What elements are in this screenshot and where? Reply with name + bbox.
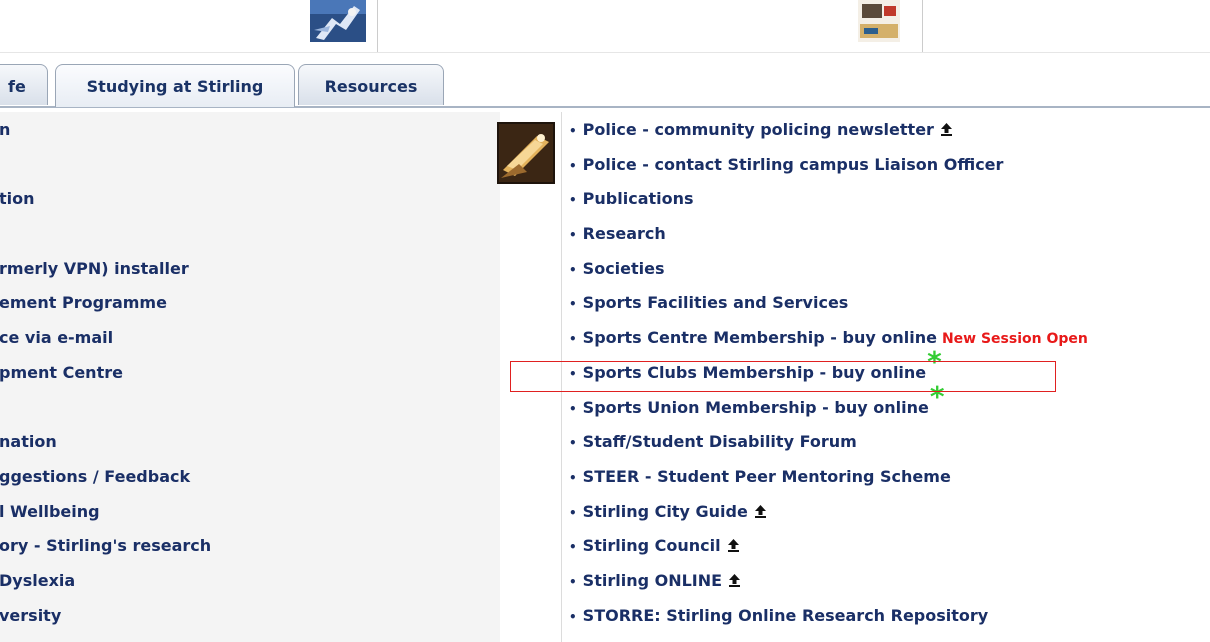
right-list-item: • Staff/Student Disability Forum — [562, 424, 1210, 459]
link-staff-student-disability-forum[interactable]: Staff/Student Disability Forum — [583, 432, 857, 451]
right-list-item: • Societies — [562, 251, 1210, 286]
green-star-icon: * — [929, 379, 945, 413]
bullet-icon: • — [569, 505, 577, 520]
left-link[interactable]: tion — [0, 189, 35, 208]
link-steer-student-peer-mentoring-scheme[interactable]: STEER - Student Peer Mentoring Scheme — [583, 467, 951, 486]
left-list-item[interactable]: pment Centre — [0, 355, 500, 390]
banner-image-study — [858, 0, 900, 42]
right-list-item: • Sports Centre Membership - buy online Ne… — [562, 320, 1210, 355]
left-link[interactable]: ce via e-mail — [0, 328, 113, 347]
right-list-item: • Research — [562, 216, 1210, 251]
up-arrow-icon[interactable] — [754, 495, 767, 518]
link-sports-centre-membership-buy-online[interactable]: Sports Centre Membership - buy online — [583, 328, 937, 347]
right-list-item: • Stirling Council — [562, 528, 1210, 563]
bullet-icon: • — [569, 297, 577, 312]
link-stirling-council[interactable]: Stirling Council — [583, 536, 721, 555]
tab-resources[interactable]: Resources — [298, 64, 444, 105]
left-link[interactable]: n — [0, 120, 10, 139]
new-session-badge: New Session Open — [941, 331, 1088, 348]
link-sports-union-membership-buy-online[interactable]: Sports Union Membership - buy online — [583, 398, 929, 417]
bullet-icon: • — [569, 366, 577, 381]
left-list-item[interactable]: rmerly VPN) installer — [0, 251, 500, 286]
left-link[interactable]: Dyslexia — [0, 571, 75, 590]
right-list-item: • Stirling City Guide — [562, 494, 1210, 529]
tab-label: Studying at Stirling — [86, 77, 264, 96]
left-list-item[interactable]: tion — [0, 181, 500, 216]
left-list-item — [0, 390, 500, 425]
left-link[interactable]: ement Programme — [0, 293, 167, 312]
left-list-item[interactable]: ce via e-mail — [0, 320, 500, 355]
right-list-item: • Police - community policing newsletter — [562, 112, 1210, 147]
right-list-item: • Stirling ONLINE — [562, 563, 1210, 598]
link-police-contact-stirling-campus-liaison-officer[interactable]: Police - contact Stirling campus Liaison… — [583, 155, 1004, 174]
banner-divider — [377, 0, 378, 52]
bullet-icon: • — [569, 401, 577, 416]
left-list-item[interactable]: nation — [0, 424, 500, 459]
right-list-item: • STORRE: Stirling Online Research Reposi… — [562, 598, 1210, 633]
left-link[interactable]: l Wellbeing — [0, 502, 100, 521]
tab-studying-at-stirling[interactable]: Studying at Stirling — [55, 64, 295, 107]
left-link[interactable]: pment Centre — [0, 363, 123, 382]
link-sports-facilities-and-services[interactable]: Sports Facilities and Services — [583, 293, 849, 312]
left-list-item[interactable]: ory - Stirling's research — [0, 528, 500, 563]
banner-strip — [0, 0, 1210, 53]
bullet-icon: • — [569, 470, 577, 485]
right-list-item: • STEER - Student Peer Mentoring Scheme — [562, 459, 1210, 494]
green-star-icon: * — [927, 344, 942, 378]
bullet-icon: • — [569, 436, 577, 451]
banner-divider — [922, 0, 923, 52]
left-list-item[interactable]: l Wellbeing — [0, 494, 500, 529]
tab-label: Resources — [324, 77, 418, 96]
left-list-item[interactable]: ggestions / Feedback — [0, 459, 500, 494]
up-arrow-icon[interactable] — [940, 113, 953, 136]
bullet-icon: • — [569, 124, 577, 138]
decorative-picture — [497, 122, 555, 184]
left-link[interactable]: ory - Stirling's research — [0, 536, 211, 555]
bullet-icon: • — [569, 193, 577, 208]
link-publications[interactable]: Publications — [583, 189, 694, 208]
left-list-item[interactable]: Dyslexia — [0, 563, 500, 598]
link-stirling-city-guide[interactable]: Stirling City Guide — [583, 502, 748, 521]
tab-student-life[interactable]: fe — [0, 64, 48, 105]
page: fe Studying at Stirling Resources n tion r… — [0, 0, 1210, 642]
link-stirling-online[interactable]: Stirling ONLINE — [583, 571, 722, 590]
bullet-icon: • — [569, 228, 577, 243]
left-list-item[interactable]: ement Programme — [0, 285, 500, 320]
left-list-item[interactable]: n — [0, 112, 500, 147]
link-storre-stirling-online-research-repository[interactable]: STORRE: Stirling Online Research Reposit… — [583, 606, 989, 625]
left-link[interactable]: rmerly VPN) installer — [0, 259, 189, 278]
right-link-list: • Police - community policing newsletter •… — [562, 112, 1210, 632]
left-link[interactable]: nation — [0, 432, 57, 451]
link-sports-clubs-membership-buy-online[interactable]: Sports Clubs Membership - buy online — [583, 363, 926, 382]
left-list-item — [0, 216, 500, 251]
link-police-community-policing-newsletter[interactable]: Police - community policing newsletter — [583, 120, 934, 139]
bullet-icon: • — [569, 609, 577, 624]
up-arrow-icon[interactable] — [727, 529, 740, 553]
banner-image-sport — [310, 0, 366, 42]
bullet-icon: • — [569, 332, 577, 347]
left-link-list: n tion rmerly VPN) installer ement Programm… — [0, 112, 500, 632]
tab-label: fe — [8, 77, 26, 96]
right-list-item: • Police - contact Stirling campus Liaiso… — [562, 147, 1210, 182]
right-list-item: • Sports Facilities and Services — [562, 285, 1210, 320]
right-list-item: • Sports Union Membership - buy online* — [562, 382, 1210, 425]
bullet-icon: • — [569, 540, 577, 555]
right-list-item: • Sports Clubs Membership - buy online* — [562, 347, 1210, 390]
tab-bar: fe Studying at Stirling Resources — [0, 64, 1210, 108]
left-list-item[interactable]: versity — [0, 598, 500, 633]
right-list-item: • Publications — [562, 181, 1210, 216]
left-link[interactable]: ggestions / Feedback — [0, 467, 190, 486]
link-societies[interactable]: Societies — [583, 259, 665, 278]
bullet-icon: • — [569, 262, 577, 277]
left-list-item — [0, 147, 500, 182]
left-link-column: n tion rmerly VPN) installer ement Programm… — [0, 112, 500, 642]
bullet-icon: • — [569, 574, 577, 589]
up-arrow-icon[interactable] — [728, 564, 741, 587]
bullet-icon: • — [569, 158, 577, 173]
left-link[interactable]: versity — [0, 606, 61, 625]
link-research[interactable]: Research — [583, 224, 666, 243]
right-link-column: • Police - community policing newsletter •… — [562, 112, 1210, 642]
